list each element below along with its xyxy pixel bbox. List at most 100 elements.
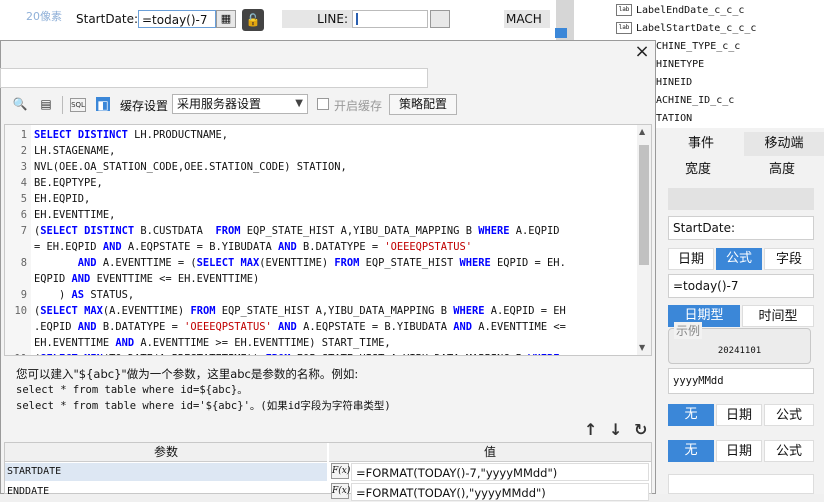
option-date-button[interactable]: 日期: [716, 440, 762, 462]
height-column: 高度: [768, 162, 795, 177]
scroll-down-icon[interactable]: ▼: [639, 343, 645, 352]
tree-item[interactable]: ACHINE_TYPE_c_c: [650, 40, 740, 54]
cache-mode-select[interactable]: 采用服务器设置 ▼: [172, 94, 308, 114]
sql-editor[interactable]: 1 SELECT DISTINCT LH.PRODUCTNAME, 2 LH.STAG…: [4, 124, 652, 356]
line-number: 6: [20, 209, 27, 221]
option-date-button[interactable]: 日期: [716, 404, 762, 426]
scroll-up-icon[interactable]: ▲: [639, 127, 645, 136]
formula-input[interactable]: =today()-7: [668, 274, 814, 298]
move-down-icon[interactable]: ↓: [609, 420, 622, 439]
code-line[interactable]: 9 ) AS STATUS,: [5, 287, 635, 303]
option-none-button[interactable]: 无: [668, 404, 714, 426]
calendar-icon[interactable]: ▦: [216, 10, 236, 28]
code-line[interactable]: = EH.EQPID AND A.EQPSTATE = B.YIBUDATA A…: [5, 239, 635, 255]
code-text: EH.EVENTTIME AND A.EVENTTIME >= EH.EVENT…: [34, 337, 391, 349]
value-column-header: 值: [329, 443, 651, 462]
line-number: 11: [5, 351, 27, 355]
code-line[interactable]: 3 NVL(OEE.OA_STATION_CODE,OEE.STATION_COD…: [5, 159, 635, 175]
code-line[interactable]: EQPID AND EVENTTIME <= EH.EVENTTIME): [5, 271, 635, 287]
table-row[interactable]: STARTDATE: [5, 463, 327, 481]
example-value: 20241101: [717, 346, 762, 356]
type-time-button[interactable]: 时间型: [742, 305, 814, 327]
close-icon[interactable]: ×: [632, 42, 652, 62]
option-none-button[interactable]: 无: [668, 440, 714, 462]
code-line[interactable]: .EQPID AND B.DATATYPE = 'OEEEQPSTATUS' A…: [5, 319, 635, 335]
enable-cache-checkbox[interactable]: [317, 98, 329, 110]
format-input[interactable]: yyyyMMdd: [668, 368, 814, 394]
example-legend: 示例: [674, 322, 703, 339]
toolbar-separator: [62, 96, 63, 114]
preview-icon[interactable]: 🔍: [12, 96, 28, 112]
chevron-down-icon: ▼: [295, 98, 303, 109]
code-line[interactable]: 2 LH.STAGENAME,: [5, 143, 635, 159]
code-line[interactable]: 11 (SELECT MIN(TO_DATE(A.PRESTATETIME)) F…: [5, 351, 635, 355]
line-number: 7: [20, 225, 27, 237]
mode-date-button[interactable]: 日期: [668, 248, 714, 270]
tree-item[interactable]: HINETYPE: [656, 58, 704, 72]
code-text: BE.EQPTYPE,: [34, 177, 103, 189]
tree-item[interactable]: lab LabelEndDate_c_c_c: [616, 4, 744, 18]
line-label: LINE:: [282, 10, 352, 28]
param-value-cell[interactable]: =FORMAT(TODAY()-7,"yyyyMMdd"): [351, 463, 649, 481]
size-columns: 宽度 高度: [660, 158, 824, 182]
code-line[interactable]: 7 (SELECT DISTINCT B.CUSTDATA FROM EQP_ST…: [5, 223, 635, 239]
line-number: 8: [20, 257, 27, 269]
code-text: = EH.EQPID AND A.EQPSTATE = B.YIBUDATA A…: [34, 241, 472, 253]
code-line[interactable]: 5 EH.EQPID,: [5, 191, 635, 207]
tree-item[interactable]: TATION: [656, 112, 692, 126]
code-text: (SELECT MIN(TO_DATE(A.PRESTATETIME)) FRO…: [34, 351, 560, 355]
tab-event[interactable]: 事件: [660, 132, 742, 156]
code-text: EQPID AND EVENTTIME <= EH.EVENTTIME): [34, 273, 260, 285]
line-number: 5: [20, 193, 27, 205]
line-widget[interactable]: [352, 10, 428, 28]
code-line[interactable]: 1 SELECT DISTINCT LH.PRODUCTNAME,: [5, 127, 635, 143]
scroll-down-icon[interactable]: [555, 28, 567, 38]
line-number: 9: [20, 289, 27, 301]
scrollbar-thumb[interactable]: [639, 145, 649, 265]
parameter-table: 参数 值 STARTDATE F(x) =FORMAT(TODAY()-7,"y…: [4, 442, 652, 501]
code-line[interactable]: 6 EH.EVENTTIME,: [5, 207, 635, 223]
mode-field-button[interactable]: 字段: [764, 248, 814, 270]
tab-mobile[interactable]: 移动端: [744, 132, 824, 156]
table-row[interactable]: ENDDATE: [5, 483, 327, 501]
code-line[interactable]: 4 BE.EQPTYPE,: [5, 175, 635, 191]
mode-formula-button[interactable]: 公式: [716, 248, 762, 270]
line-number: 2: [20, 145, 27, 157]
refresh-icon[interactable]: ↻: [634, 420, 647, 439]
machine-label: MACH: [504, 10, 550, 28]
editor-scrollbar[interactable]: ▲ ▼: [637, 125, 651, 355]
database-icon[interactable]: ▤: [38, 96, 54, 112]
cache-icon[interactable]: ◧: [96, 97, 110, 112]
code-line[interactable]: 10 (SELECT MAX(A.EVENTTIME) FROM EQP_STAT…: [5, 303, 635, 319]
canvas-hint: 20像素: [26, 10, 62, 23]
option-formula-button[interactable]: 公式: [764, 404, 814, 426]
sql-icon[interactable]: SQL: [70, 98, 86, 112]
code-text: SELECT DISTINCT LH.PRODUCTNAME,: [34, 129, 228, 141]
list-icon[interactable]: [430, 10, 450, 28]
enable-cache-label: 开启缓存: [334, 99, 383, 113]
lock-icon[interactable]: 🔓: [242, 9, 264, 31]
param-value-cell[interactable]: =FORMAT(TODAY(),"yyyyMMdd"): [351, 483, 649, 501]
code-text: LH.STAGENAME,: [34, 145, 116, 157]
extra-field[interactable]: [668, 474, 814, 494]
param-column-header: 参数: [5, 443, 327, 462]
tree-item[interactable]: ACHINE_ID_c_c: [656, 94, 734, 108]
strategy-config-button[interactable]: 策略配置: [389, 94, 457, 115]
widget-value-field[interactable]: StartDate:: [668, 216, 814, 240]
text-caret: [356, 13, 358, 25]
width-column: 宽度: [684, 162, 711, 177]
line-number: 10: [14, 305, 27, 317]
help-text-line: 您可以建入"${abc}"做为一个参数，这里abc是参数的名称。例如:: [16, 367, 359, 381]
option-formula-button[interactable]: 公式: [764, 440, 814, 462]
tree-item[interactable]: HINEID: [656, 76, 692, 90]
size-input[interactable]: [668, 188, 814, 210]
dataset-name-input[interactable]: [0, 68, 428, 88]
start-date-label: StartDate:: [76, 12, 139, 26]
formula-icon[interactable]: F(x): [331, 463, 350, 479]
code-line[interactable]: EH.EVENTTIME AND A.EVENTTIME >= EH.EVENT…: [5, 335, 635, 351]
move-up-icon[interactable]: ↑: [584, 420, 597, 439]
tree-item[interactable]: lab LabelStartDate_c_c_c: [616, 22, 756, 36]
formula-icon[interactable]: F(x): [331, 483, 350, 499]
code-line[interactable]: 8 AND A.EVENTTIME = (SELECT MAX(EVENTTIM…: [5, 255, 635, 271]
start-date-widget[interactable]: =today()-7: [138, 10, 216, 28]
